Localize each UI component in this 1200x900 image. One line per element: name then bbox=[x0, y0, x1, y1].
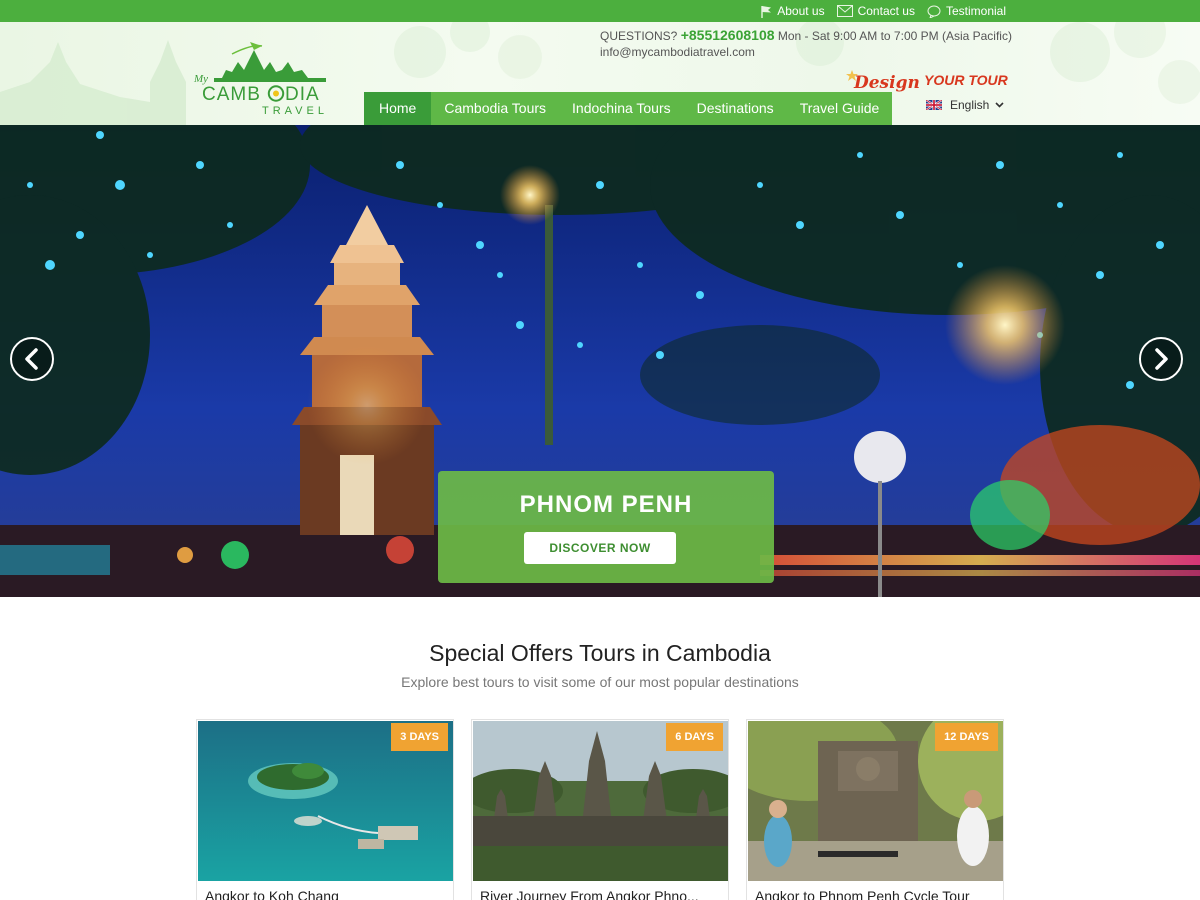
nav-home[interactable]: Home bbox=[364, 92, 432, 125]
tour-card[interactable]: 3 DAYS Angkor to Koh Chang bbox=[196, 719, 454, 900]
contact-us-link[interactable]: Contact us bbox=[836, 4, 915, 18]
contact-info: QUESTIONS? +85512608108 Mon - Sat 9:00 A… bbox=[600, 27, 1012, 60]
nav-indochina-tours[interactable]: Indochina Tours bbox=[559, 92, 684, 125]
logo-word-travel: TRAVEL bbox=[262, 105, 328, 116]
tour-card[interactable]: 6 DAYS River Journey From Angkor Phno... bbox=[471, 719, 729, 900]
discover-now-button[interactable]: DISCOVER NOW bbox=[524, 532, 676, 564]
main-navigation: Home Cambodia Tours Indochina Tours Dest… bbox=[364, 92, 893, 125]
hero-slider: PHNOM PENH DISCOVER NOW bbox=[0, 125, 1200, 597]
about-us-label: About us bbox=[777, 4, 825, 18]
site-logo[interactable]: My CAMB DIA TRAVEL bbox=[192, 36, 342, 117]
office-hours: Mon - Sat 9:00 AM to 7:00 PM (Asia Pacif… bbox=[777, 29, 1012, 43]
flag-icon bbox=[761, 5, 772, 18]
nav-destinations[interactable]: Destinations bbox=[684, 92, 787, 125]
design-word: Design bbox=[853, 73, 920, 93]
tour-duration-badge: 3 DAYS bbox=[391, 723, 448, 751]
chevron-down-icon bbox=[995, 102, 1004, 108]
offers-subtitle: Explore best tours to visit some of our … bbox=[401, 674, 799, 690]
slider-next-button[interactable] bbox=[1139, 337, 1183, 381]
logo-word-camb: CAMB bbox=[202, 84, 261, 105]
top-utility-bar: About us Contact us Testimonial bbox=[0, 0, 1200, 22]
hero-title: PHNOM PENH bbox=[519, 491, 693, 518]
logo-word-dia: DIA bbox=[285, 84, 320, 105]
chevron-right-icon bbox=[1155, 348, 1168, 370]
questions-label: QUESTIONS? bbox=[600, 29, 678, 43]
testimonial-link[interactable]: Testimonial bbox=[927, 4, 1006, 18]
speech-bubble-icon bbox=[927, 5, 941, 18]
testimonial-label: Testimonial bbox=[945, 4, 1006, 18]
tour-card[interactable]: 12 DAYS Angkor to Phnom Penh Cycle Tour bbox=[746, 719, 1004, 900]
language-label: English bbox=[950, 98, 990, 112]
angkor-temple-logo-graphic: My CAMB DIA TRAVEL bbox=[193, 42, 328, 117]
tour-duration-badge: 12 DAYS bbox=[935, 723, 998, 751]
top-links: About us Contact us Testimonial bbox=[748, 0, 1006, 22]
tour-duration-badge: 6 DAYS bbox=[666, 723, 723, 751]
chevron-left-icon bbox=[25, 348, 38, 370]
phone-number[interactable]: +85512608108 bbox=[681, 27, 775, 43]
nav-travel-guide[interactable]: Travel Guide bbox=[787, 92, 893, 125]
offers-title: Special Offers Tours in Cambodia bbox=[429, 640, 771, 666]
site-header: My CAMB DIA TRAVEL QUESTIONS? +855126081… bbox=[0, 22, 1200, 125]
envelope-icon bbox=[836, 5, 853, 17]
tour-title[interactable]: Angkor to Phnom Penh Cycle Tour bbox=[755, 888, 970, 900]
slider-prev-button[interactable] bbox=[10, 337, 54, 381]
tour-title[interactable]: River Journey From Angkor Phno... bbox=[480, 888, 699, 900]
uk-flag-icon bbox=[926, 100, 942, 110]
nav-cambodia-tours[interactable]: Cambodia Tours bbox=[431, 92, 559, 125]
email-address[interactable]: info@mycambodiatravel.com bbox=[600, 44, 1012, 60]
hero-caption-card: PHNOM PENH DISCOVER NOW bbox=[438, 471, 774, 583]
your-tour-word: YOUR TOUR bbox=[924, 72, 1009, 88]
tour-title[interactable]: Angkor to Koh Chang bbox=[205, 888, 339, 900]
about-us-link[interactable]: About us bbox=[760, 4, 825, 18]
contact-us-label: Contact us bbox=[857, 4, 915, 18]
language-selector[interactable]: English bbox=[926, 98, 1004, 112]
